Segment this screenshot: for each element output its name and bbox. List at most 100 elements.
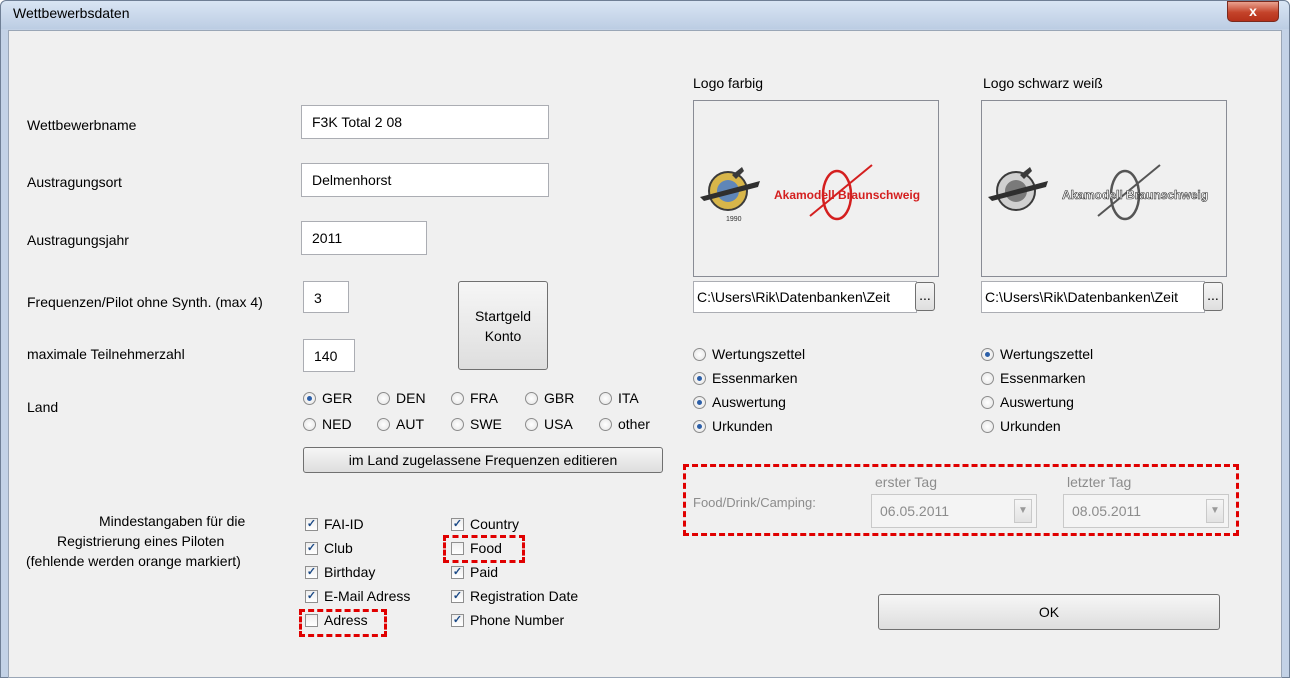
last-day-combobox[interactable]: 08.05.2011 ▼ — [1063, 494, 1229, 528]
radio-country-aut-label: AUT — [396, 416, 424, 432]
checkbox-food[interactable]: Food — [451, 539, 502, 557]
radio-bw-wertungszettel-label: Wertungszettel — [1000, 346, 1094, 362]
radio-country-swe-label: SWE — [470, 416, 502, 432]
checkmark-icon[interactable]: ✓ — [451, 565, 464, 579]
radio-bw-auswertung[interactable]: Auswertung — [981, 393, 1074, 411]
radio-circle-icon[interactable] — [303, 391, 316, 405]
checkbox-country-label: Country — [470, 516, 520, 532]
first-day-value: 06.05.2011 — [880, 503, 950, 519]
radio-bw-auswertung-label: Auswertung — [1000, 394, 1074, 410]
checkbox-birthday[interactable]: ✓ Birthday — [305, 563, 375, 581]
radio-country-ita[interactable]: ITA — [599, 389, 639, 407]
radio-bw-essenmarken[interactable]: Essenmarken — [981, 369, 1086, 387]
frequencies-input[interactable]: 3 — [303, 281, 349, 313]
radio-circle-icon[interactable] — [981, 395, 994, 409]
radio-circle-icon[interactable] — [377, 391, 390, 405]
checkmark-icon[interactable]: ✓ — [305, 517, 318, 531]
radio-circle-icon[interactable] — [693, 347, 706, 361]
radio-circle-icon[interactable] — [693, 395, 706, 409]
radio-color-auswertung[interactable]: Auswertung — [693, 393, 786, 411]
checkbox-empty-icon[interactable] — [305, 613, 318, 627]
radio-circle-icon[interactable] — [377, 417, 390, 431]
close-button[interactable]: x — [1227, 1, 1279, 22]
radio-country-other[interactable]: other — [599, 415, 650, 433]
radio-circle-icon[interactable] — [525, 417, 538, 431]
checkbox-club-label: Club — [324, 540, 353, 556]
checkbox-country[interactable]: ✓ Country — [451, 515, 519, 533]
checkbox-empty-icon[interactable] — [451, 541, 464, 555]
radio-circle-icon[interactable] — [451, 417, 464, 431]
logo-bw-preview[interactable]: Akamodell Braunschweig — [981, 100, 1227, 277]
food-drink-camping-label: Food/Drink/Camping: — [693, 495, 816, 510]
logo-color-browse-button[interactable]: ... — [915, 282, 935, 311]
radio-circle-icon[interactable] — [525, 391, 538, 405]
radio-circle-icon[interactable] — [693, 419, 706, 433]
radio-country-fra[interactable]: FRA — [451, 389, 498, 407]
startgeld-konto-button[interactable]: Startgeld Konto — [458, 281, 548, 370]
venue-label: Austragungsort — [27, 174, 122, 190]
dialog-client-area: Wettbewerbname F3K Total 2 08 Austragung… — [8, 30, 1282, 678]
radio-bw-urkunden[interactable]: Urkunden — [981, 417, 1061, 435]
logo-bw-path-input[interactable]: C:\Users\Rik\Datenbanken\Zeit — [981, 281, 1205, 313]
registration-label-line3: (fehlende werden orange markiert) — [26, 553, 241, 569]
max-participants-input[interactable]: 140 — [303, 339, 355, 372]
ok-button[interactable]: OK — [878, 594, 1220, 630]
competition-name-label: Wettbewerbname — [27, 117, 137, 133]
first-day-combobox[interactable]: 06.05.2011 ▼ — [871, 494, 1037, 528]
radio-color-essenmarken[interactable]: Essenmarken — [693, 369, 798, 387]
checkbox-club[interactable]: ✓ Club — [305, 539, 353, 557]
checkmark-icon[interactable]: ✓ — [305, 565, 318, 579]
checkbox-e-mail-adress[interactable]: ✓ E-Mail Adress — [305, 587, 410, 605]
checkmark-icon[interactable]: ✓ — [451, 613, 464, 627]
edit-frequencies-button[interactable]: im Land zugelassene Frequenzen editieren — [303, 447, 663, 473]
radio-country-ned[interactable]: NED — [303, 415, 352, 433]
checkbox-fai-id[interactable]: ✓ FAI-ID — [305, 515, 364, 533]
checkmark-icon[interactable]: ✓ — [451, 517, 464, 531]
radio-country-gbr[interactable]: GBR — [525, 389, 574, 407]
checkmark-icon[interactable]: ✓ — [305, 541, 318, 555]
country-label: Land — [27, 399, 59, 415]
radio-circle-icon[interactable] — [599, 417, 612, 431]
year-input[interactable]: 2011 — [301, 221, 427, 255]
checkbox-registration-date[interactable]: ✓ Registration Date — [451, 587, 578, 605]
radio-color-urkunden[interactable]: Urkunden — [693, 417, 773, 435]
radio-circle-icon[interactable] — [981, 347, 994, 361]
chevron-down-icon[interactable]: ▼ — [1206, 499, 1224, 523]
radio-color-wertungszettel[interactable]: Wertungszettel — [693, 345, 805, 363]
checkbox-food-label: Food — [470, 540, 502, 556]
registration-label-line1: Mindestangaben für die — [99, 513, 246, 529]
logo-bw-text: Akamodell Braunschweig — [1062, 188, 1208, 202]
logo-bw-title: Logo schwarz weiß — [983, 75, 1103, 91]
radio-country-usa-label: USA — [544, 416, 573, 432]
radio-country-fra-label: FRA — [470, 390, 498, 406]
checkbox-adress[interactable]: Adress — [305, 611, 368, 629]
logo-color-preview[interactable]: 1990 Akamodell Braunschweig — [693, 100, 939, 277]
checkbox-phone-number[interactable]: ✓ Phone Number — [451, 611, 564, 629]
window-title: Wettbewerbsdaten — [13, 5, 130, 21]
radio-color-essenmarken-label: Essenmarken — [712, 370, 798, 386]
radio-circle-icon[interactable] — [303, 417, 316, 431]
radio-bw-wertungszettel[interactable]: Wertungszettel — [981, 345, 1093, 363]
radio-country-swe[interactable]: SWE — [451, 415, 502, 433]
radio-country-aut[interactable]: AUT — [377, 415, 424, 433]
radio-country-other-label: other — [618, 416, 650, 432]
title-bar[interactable]: Wettbewerbsdaten x — [1, 1, 1289, 29]
checkbox-paid[interactable]: ✓ Paid — [451, 563, 498, 581]
venue-input[interactable]: Delmenhorst — [301, 163, 549, 197]
logo-color-path-input[interactable]: C:\Users\Rik\Datenbanken\Zeit — [693, 281, 917, 313]
checkmark-icon[interactable]: ✓ — [451, 589, 464, 603]
radio-circle-icon[interactable] — [599, 391, 612, 405]
radio-circle-icon[interactable] — [981, 371, 994, 385]
registration-label-line2: Registrierung eines Piloten — [57, 533, 225, 549]
radio-circle-icon[interactable] — [693, 371, 706, 385]
radio-circle-icon[interactable] — [981, 419, 994, 433]
checkmark-icon[interactable]: ✓ — [305, 589, 318, 603]
radio-country-usa[interactable]: USA — [525, 415, 573, 433]
competition-name-input[interactable]: F3K Total 2 08 — [301, 105, 549, 139]
last-day-label: letzter Tag — [1067, 474, 1132, 490]
radio-circle-icon[interactable] — [451, 391, 464, 405]
chevron-down-icon[interactable]: ▼ — [1014, 499, 1032, 523]
radio-country-den[interactable]: DEN — [377, 389, 426, 407]
logo-bw-browse-button[interactable]: ... — [1203, 282, 1223, 311]
radio-country-ger[interactable]: GER — [303, 389, 352, 407]
